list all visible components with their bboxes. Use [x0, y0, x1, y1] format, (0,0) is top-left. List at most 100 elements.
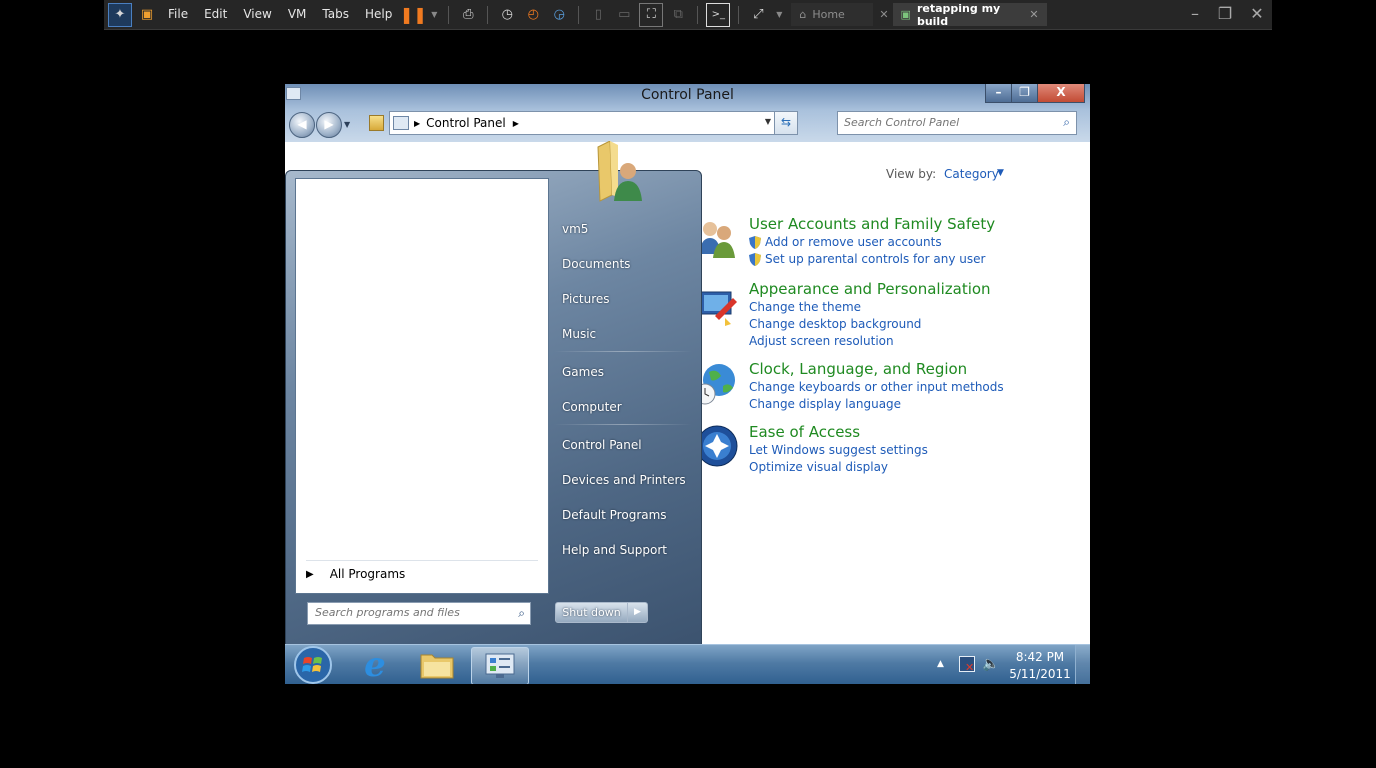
category-appearance: Appearance and Personalization Change th… — [749, 280, 991, 350]
close-button[interactable]: X — [1037, 84, 1085, 103]
address-history-dropdown[interactable]: ▼ — [765, 117, 771, 126]
category-title[interactable]: User Accounts and Family Safety — [749, 215, 995, 233]
category-link[interactable]: Change display language — [749, 396, 1004, 413]
category-link-label[interactable]: Add or remove user accounts — [765, 234, 942, 251]
taskbar-control-panel[interactable] — [471, 647, 529, 684]
search-icon[interactable]: ⌕ — [518, 606, 525, 621]
unity-icon[interactable]: ⧉ — [667, 4, 689, 26]
clock-time[interactable]: 8:42 PM — [1005, 650, 1075, 664]
send-keys-icon[interactable]: ⎙ — [457, 4, 479, 26]
forward-button[interactable]: ▶ — [316, 112, 342, 138]
view-by-dropdown[interactable]: Category — [944, 167, 999, 181]
start-search-input[interactable] — [308, 603, 505, 622]
uac-shield-icon — [749, 253, 761, 266]
start-item-help-support[interactable]: Help and Support — [562, 543, 667, 557]
category-title[interactable]: Appearance and Personalization — [749, 280, 991, 298]
shutdown-options-arrow-icon[interactable]: ▶ — [628, 602, 648, 623]
category-link[interactable]: Change desktop background — [749, 316, 991, 333]
control-panel-small-icon — [393, 116, 409, 130]
menu-help[interactable]: Help — [357, 0, 400, 29]
chevron-down-icon[interactable]: ▼ — [773, 4, 785, 26]
recent-pages-icon[interactable]: ▼ — [344, 120, 350, 129]
category-link-label[interactable]: Set up parental controls for any user — [765, 251, 985, 268]
bottom-panel-icon[interactable]: ▭ — [613, 4, 635, 26]
host-close-button[interactable]: ✕ — [1242, 0, 1272, 29]
taskbar-windows-explorer[interactable] — [409, 647, 465, 683]
breadcrumb-control-panel[interactable]: Control Panel — [426, 116, 506, 130]
play-arrow-icon: ▶ — [306, 568, 314, 580]
category-clock-language-region: Clock, Language, and Region Change keybo… — [749, 360, 1004, 413]
clock-date[interactable]: 5/11/2011 — [1005, 667, 1075, 681]
vm-icon: ▣ — [900, 8, 911, 21]
revert-snapshot-icon[interactable]: ◴ — [522, 4, 544, 26]
start-search-box[interactable]: ⌕ — [307, 602, 531, 625]
window-title: Control Panel — [641, 87, 734, 103]
tab-vm[interactable]: ▣ retapping my build ✕ — [892, 1, 1047, 28]
category-title[interactable]: Clock, Language, and Region — [749, 360, 1004, 378]
sidebar-view-icon[interactable]: ▯ — [587, 4, 609, 26]
user-picture[interactable] — [594, 140, 644, 203]
host-maximize-button[interactable]: ❐ — [1210, 0, 1240, 29]
view-by-label: View by: — [886, 167, 937, 181]
snapshot-icon[interactable]: ◷ — [496, 4, 518, 26]
tab-vm-label: retapping my build — [916, 1, 1001, 28]
start-item-default-programs[interactable]: Default Programs — [562, 508, 667, 522]
category-link[interactable]: Change keyboards or other input methods — [749, 379, 1004, 396]
pause-icon[interactable]: ❚❚ — [400, 4, 427, 26]
category-link[interactable]: Set up parental controls for any user — [749, 251, 995, 268]
menu-edit[interactable]: Edit — [196, 0, 235, 29]
start-item-control-panel[interactable]: Control Panel — [562, 438, 642, 452]
volume-icon[interactable]: 🔈 — [982, 656, 999, 672]
shutdown-button[interactable]: Shut down — [555, 602, 628, 623]
start-button[interactable] — [285, 646, 341, 684]
divider — [554, 424, 692, 425]
chevron-down-icon[interactable]: ▼ — [428, 4, 440, 26]
fullscreen-icon[interactable]: ⛶ — [639, 2, 664, 27]
menu-vm[interactable]: VM — [280, 0, 315, 29]
menu-file[interactable]: File — [160, 0, 196, 29]
snapshot-manager-icon[interactable]: ◶ — [548, 4, 570, 26]
up-folder-icon[interactable] — [369, 115, 384, 131]
start-item-pictures[interactable]: Pictures — [562, 292, 610, 306]
maximize-button[interactable]: ❐ — [1011, 84, 1038, 103]
tab-vm-close[interactable]: ✕ — [1029, 8, 1038, 21]
menu-tabs[interactable]: Tabs — [314, 0, 357, 29]
control-panel-titlebar: Control Panel – ❐ X ◀ ▶ ▼ ▶ Control Pane… — [285, 84, 1090, 142]
divider — [306, 560, 538, 561]
breadcrumb-separator-icon[interactable]: ▶ — [513, 119, 519, 128]
host-minimize-button[interactable]: – — [1180, 0, 1210, 29]
chevron-down-icon[interactable]: ▼ — [997, 168, 1004, 178]
category-title[interactable]: Ease of Access — [749, 423, 928, 441]
all-programs-button[interactable]: ▶ All Programs — [306, 567, 405, 581]
tab-home[interactable]: ⌂ Home — [791, 3, 874, 26]
search-input[interactable] — [838, 112, 1044, 132]
menu-view[interactable]: View — [235, 0, 279, 29]
show-hidden-icons-icon[interactable]: ▲ — [937, 659, 944, 669]
category-link[interactable]: Change the theme — [749, 299, 991, 316]
category-link[interactable]: Let Windows suggest settings — [749, 442, 928, 459]
search-box[interactable]: ⌕ — [837, 111, 1077, 135]
back-button[interactable]: ◀ — [289, 112, 315, 138]
category-link[interactable]: Optimize visual display — [749, 459, 928, 476]
console-icon[interactable]: >_ — [706, 2, 731, 27]
stretch-icon[interactable]: ⤢ — [747, 4, 769, 26]
start-item-games[interactable]: Games — [562, 365, 604, 379]
minimize-button[interactable]: – — [985, 84, 1012, 103]
taskbar-internet-explorer[interactable]: e — [347, 645, 403, 684]
show-desktop-button[interactable] — [1075, 645, 1090, 684]
category-link[interactable]: Adjust screen resolution — [749, 333, 991, 350]
start-item-devices-printers[interactable]: Devices and Printers — [562, 473, 686, 487]
vmware-logo-icon[interactable]: ▣ — [136, 4, 158, 26]
breadcrumb-separator-icon[interactable]: ▶ — [414, 119, 420, 128]
start-item-documents[interactable]: Documents — [562, 257, 630, 271]
start-item-computer[interactable]: Computer — [562, 400, 622, 414]
search-icon[interactable]: ⌕ — [1063, 115, 1070, 130]
tab-home-close[interactable]: ✕ — [879, 8, 888, 21]
category-user-accounts: User Accounts and Family Safety Add or r… — [749, 215, 995, 268]
address-bar[interactable]: ▶ Control Panel ▶ ▼ ⇆ — [389, 111, 798, 135]
pin-icon[interactable]: ✦ — [108, 2, 132, 27]
category-link[interactable]: Add or remove user accounts — [749, 234, 995, 251]
start-item-music[interactable]: Music — [562, 327, 596, 341]
refresh-button[interactable]: ⇆ — [774, 112, 797, 134]
start-item-user[interactable]: vm5 — [562, 222, 588, 236]
